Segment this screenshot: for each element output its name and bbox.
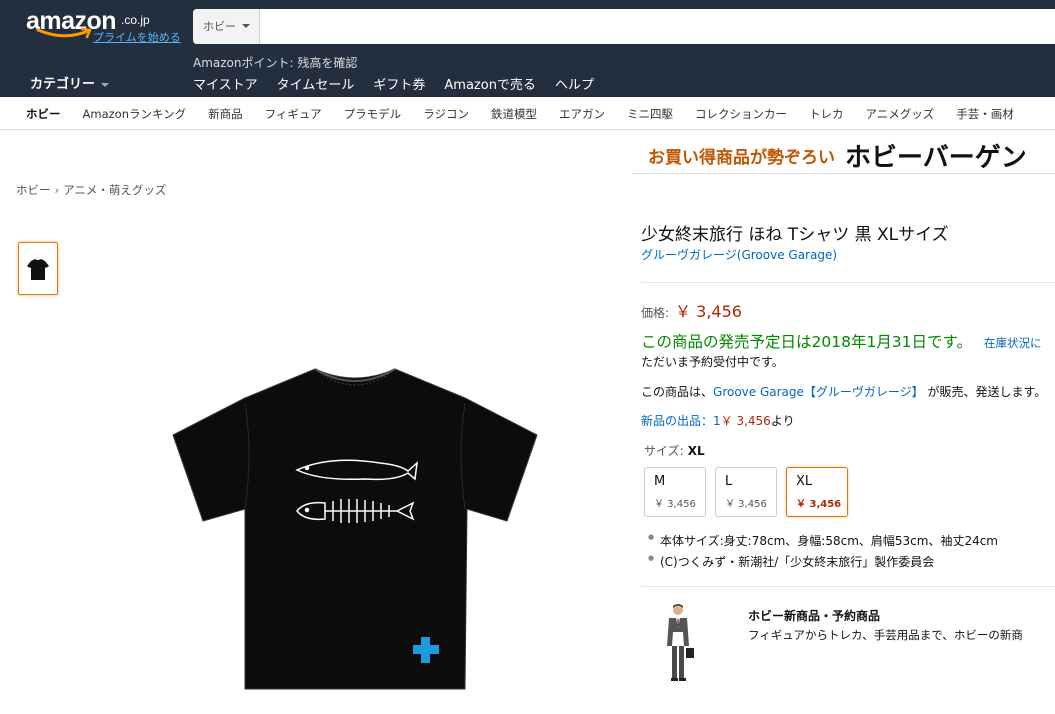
subnav-item-collection-car[interactable]: コレクションカー bbox=[695, 106, 787, 122]
tshirt-thumb-icon bbox=[27, 259, 49, 280]
seller-suffix: が販売、発送します。 bbox=[923, 385, 1047, 399]
hobby-bargain-banner[interactable]: お買い得商品が勢ぞろい ホビーバーゲン bbox=[648, 137, 1027, 174]
subnav-item-railway[interactable]: 鉄道模型 bbox=[491, 106, 537, 122]
divider bbox=[641, 282, 1055, 283]
chevron-down-icon bbox=[101, 82, 110, 87]
subnav-item-anime-goods[interactable]: アニメグッズ bbox=[865, 106, 934, 122]
price-row: 価格: ￥ 3,456 bbox=[641, 298, 742, 322]
size-label: サイズ: XL bbox=[644, 442, 705, 459]
nav-link-giftcard[interactable]: ギフト券 bbox=[373, 74, 425, 93]
nav-link-mystore[interactable]: マイストア bbox=[193, 74, 258, 93]
size-option-m[interactable]: M ￥ 3,456 bbox=[644, 467, 706, 517]
logo-tld: .co.jp bbox=[121, 13, 150, 27]
new-offers-suffix: より bbox=[770, 414, 795, 428]
size-options: M ￥ 3,456 L ￥ 3,456 XL ￥ 3,456 bbox=[644, 467, 848, 517]
subnav-item-radicon[interactable]: ラジコン bbox=[423, 106, 469, 122]
size-price: ￥ 3,456 bbox=[796, 499, 842, 510]
preorder-notice: ただいま予約受付中です。 bbox=[641, 355, 784, 369]
divider bbox=[641, 586, 1055, 587]
search-bar: ホビー bbox=[193, 9, 1055, 44]
banner-tagline: お買い得商品が勢ぞろい bbox=[648, 148, 835, 168]
seller-link[interactable]: Groove Garage【グルーヴガレージ】 bbox=[713, 385, 924, 399]
size-price: ￥ 3,456 bbox=[725, 499, 767, 510]
banner-headline: ホビーバーゲン bbox=[845, 143, 1027, 173]
search-input[interactable] bbox=[261, 9, 1055, 44]
subnav-item-hobby[interactable]: ホビー bbox=[26, 106, 61, 122]
subnav-item-mini4wd[interactable]: ミニ四駆 bbox=[627, 106, 673, 122]
subnav-item-new[interactable]: 新商品 bbox=[208, 106, 243, 122]
seller-prefix: この商品は、 bbox=[641, 385, 714, 399]
subnav-item-ranking[interactable]: Amazonランキング bbox=[83, 106, 187, 122]
product-title: 少女終末旅行 ほね Tシャツ 黒 XLサイズ bbox=[641, 225, 949, 245]
promo-description: フィギュアからトレカ、手芸用品まで、ホビーの新商 bbox=[748, 628, 1023, 642]
smile-arrow-icon bbox=[36, 27, 92, 39]
size-option-xl[interactable]: XL ￥ 3,456 bbox=[786, 467, 848, 517]
points-balance-link[interactable]: Amazonポイント: 残高を確認 bbox=[193, 54, 357, 71]
search-department-select[interactable]: ホビー bbox=[193, 9, 260, 44]
points-text: Amazonポイント: 残高を確認 bbox=[193, 56, 358, 70]
subnav-item-airgun[interactable]: エアガン bbox=[559, 106, 605, 122]
size-name: M bbox=[654, 474, 666, 489]
breadcrumb: ホビー › アニメ・萌えグッズ bbox=[16, 182, 166, 198]
release-date-notice: この商品の発売予定日は2018年1月31日です。 在庫状況に bbox=[641, 330, 1041, 352]
size-selected-value: XL bbox=[687, 444, 705, 458]
size-option-l[interactable]: L ￥ 3,456 bbox=[715, 467, 777, 517]
breadcrumb-root[interactable]: ホビー bbox=[16, 183, 51, 197]
nav-link-help[interactable]: ヘルプ bbox=[555, 74, 594, 93]
subnav-bar: ホビー Amazonランキング 新商品 フィギュア プラモデル ラジコン 鉄道模… bbox=[0, 97, 1055, 130]
subnav-item-trading-card[interactable]: トレカ bbox=[809, 106, 844, 122]
tshirt-image bbox=[172, 368, 538, 690]
promo-figure-image[interactable] bbox=[660, 602, 696, 686]
seller-info: この商品は、Groove Garage【グルーヴガレージ】 が販売、発送します。 bbox=[641, 383, 1046, 400]
price-label: 価格: bbox=[641, 306, 670, 320]
chevron-down-icon bbox=[242, 24, 250, 28]
product-main-image[interactable] bbox=[165, 363, 545, 698]
size-label-text: サイズ: bbox=[644, 444, 684, 458]
nav-link-timesale[interactable]: タイムセール bbox=[277, 74, 355, 93]
price-value: ￥ 3,456 bbox=[675, 302, 742, 321]
subnav-item-crafts[interactable]: 手芸・画材 bbox=[956, 106, 1014, 122]
new-offers-price: ￥ 3,456 bbox=[720, 414, 771, 428]
breadcrumb-separator: › bbox=[54, 183, 60, 197]
header-nav: マイストア タイムセール ギフト券 Amazonで売る ヘルプ bbox=[193, 74, 594, 93]
new-offers[interactable]: 新品の出品：1￥ 3,456より bbox=[641, 412, 795, 429]
brand-link[interactable]: グルーヴガレージ(Groove Garage) bbox=[641, 246, 837, 263]
amazon-logo[interactable]: amazon .co.jp プライムを始める bbox=[26, 7, 186, 47]
stock-status-link[interactable]: 在庫状況に bbox=[984, 336, 1042, 350]
businessman-figure-icon bbox=[667, 604, 694, 681]
nav-link-sell[interactable]: Amazonで売る bbox=[444, 74, 536, 93]
feature-bullets: 本体サイズ:身丈:78cm、身幅:58cm、肩幅53cm、袖丈24cm (C)つ… bbox=[648, 532, 998, 574]
feature-bullet: (C)つくみず・新潮社/「少女終末旅行」製作委員会 bbox=[648, 553, 998, 570]
subnav-item-figure[interactable]: フィギュア bbox=[265, 106, 322, 122]
feature-bullet: 本体サイズ:身丈:78cm、身幅:58cm、肩幅53cm、袖丈24cm bbox=[648, 532, 998, 549]
category-label: カテゴリー bbox=[30, 77, 96, 92]
promo-title[interactable]: ホビー新商品・予約商品 bbox=[748, 607, 880, 624]
prime-signup-link[interactable]: プライムを始める bbox=[93, 29, 181, 45]
size-name: L bbox=[725, 474, 733, 489]
release-text: この商品の発売予定日は2018年1月31日です。 bbox=[641, 333, 972, 351]
breadcrumb-current[interactable]: アニメ・萌えグッズ bbox=[63, 183, 166, 197]
size-price: ￥ 3,456 bbox=[654, 499, 696, 510]
size-name: XL bbox=[796, 474, 813, 489]
product-thumbnail[interactable] bbox=[18, 242, 58, 295]
banner-divider bbox=[632, 173, 1055, 174]
header-bar: amazon .co.jp プライムを始める ホビー カテゴリー Amazonポ… bbox=[0, 0, 1055, 97]
new-offers-link[interactable]: 新品の出品：1 bbox=[641, 414, 721, 428]
subnav-item-plamodel[interactable]: プラモデル bbox=[344, 106, 402, 122]
category-menu[interactable]: カテゴリー bbox=[30, 73, 110, 92]
search-department-label: ホビー bbox=[203, 20, 236, 33]
